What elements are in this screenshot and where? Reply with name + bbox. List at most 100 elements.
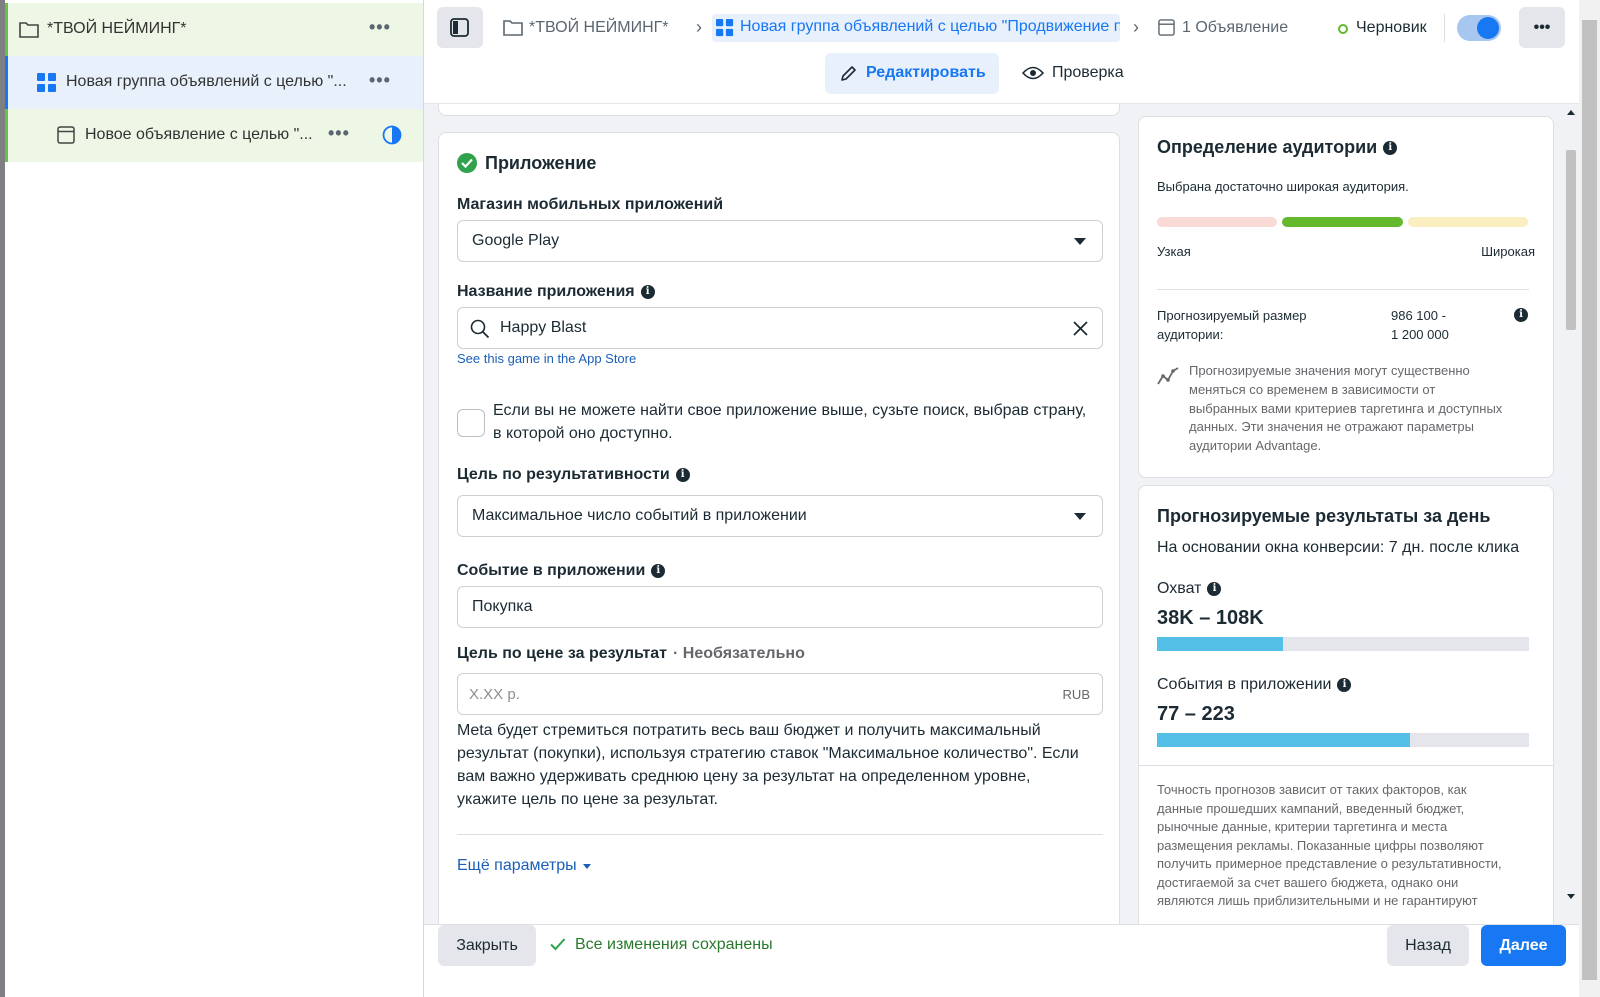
tree-item-label: *ТВОЙ НЕЙМИНГ* xyxy=(47,20,187,37)
sidebar-panel-icon xyxy=(450,18,469,37)
scroll-down-icon[interactable] xyxy=(1567,894,1575,899)
store-label-text: Магазин мобильных приложений xyxy=(457,196,724,213)
cost-help-line: результат (покупки), используя стратегию… xyxy=(457,745,1079,762)
caret-down-icon xyxy=(1074,513,1086,520)
ad-page-icon xyxy=(57,126,75,144)
goal-value: Максимальное число событий в приложении xyxy=(472,507,807,524)
audience-divider xyxy=(1157,289,1529,290)
close-button[interactable]: Закрыть xyxy=(438,925,536,966)
more-actions-button[interactable]: ••• xyxy=(1519,7,1565,48)
app-section-card: Приложение Магазин мобильных приложений … xyxy=(438,132,1120,924)
ad-page-icon xyxy=(1158,19,1175,36)
country-checkbox[interactable] xyxy=(457,409,485,437)
audience-note-line: аудитории Advantage. xyxy=(1189,438,1322,453)
results-subtitle: На основании окна конверсии: 7 дн. после… xyxy=(1157,539,1520,556)
store-label: Магазин мобильных приложений xyxy=(457,196,723,214)
info-icon[interactable]: i xyxy=(640,285,655,299)
toggle-sidebar-button[interactable] xyxy=(437,7,483,48)
active-toggle[interactable] xyxy=(1457,15,1501,41)
more-params-label: Ещё параметры xyxy=(457,857,577,874)
tab-review[interactable]: Проверка xyxy=(1014,53,1144,94)
half-circle-status-icon xyxy=(382,125,402,145)
scroll-up-icon[interactable] xyxy=(1567,110,1575,115)
cost-goal-label: Цель по цене за результат · Необязательн… xyxy=(457,645,805,663)
info-icon[interactable]: i xyxy=(1337,678,1352,692)
reach-label-text: Охват xyxy=(1157,580,1202,597)
tab-review-label: Проверка xyxy=(1052,64,1124,81)
events-label: События в приложении i xyxy=(1157,676,1352,694)
disclaimer-line: являются лишь приблизительными и не гара… xyxy=(1157,893,1478,908)
audience-note-line: меняться со временем в зависимости от xyxy=(1189,382,1436,397)
more-options-icon[interactable]: ••• xyxy=(369,70,391,91)
more-params-link[interactable]: Ещё параметры xyxy=(457,857,591,875)
info-icon[interactable]: i xyxy=(675,468,690,482)
next-button[interactable]: Далее xyxy=(1481,925,1566,966)
tree-item-label: Новая группа объявлений с целью "... xyxy=(66,73,347,90)
draft-status-dot xyxy=(1338,24,1348,34)
tree-item-campaign[interactable]: *ТВОЙ НЕЙМИНГ* ••• xyxy=(5,3,423,56)
chevron-right-icon: › xyxy=(696,17,702,37)
breadcrumb-ad[interactable]: 1 Объявление xyxy=(1182,16,1302,40)
currency-label: RUB xyxy=(1062,687,1090,702)
draft-status-label: Черновик xyxy=(1356,19,1427,36)
scroll-thumb[interactable] xyxy=(1566,150,1576,330)
info-icon[interactable]: i xyxy=(1207,582,1222,596)
trend-line-icon xyxy=(1157,367,1179,385)
events-bar xyxy=(1157,733,1529,747)
size-value: 986 100 - xyxy=(1391,308,1446,323)
more-options-icon[interactable]: ••• xyxy=(328,123,350,144)
store-select[interactable]: Google Play xyxy=(457,220,1103,262)
meter-wide-label: Широкая xyxy=(1481,244,1535,259)
breadcrumb-campaign[interactable]: *ТВОЙ НЕЙМИНГ* xyxy=(529,16,679,40)
grid-icon xyxy=(716,19,734,37)
country-checkbox-text-2: в которой оно доступно. xyxy=(493,425,673,442)
folder-icon xyxy=(19,22,39,38)
info-icon[interactable]: i xyxy=(651,564,666,578)
more-options-icon[interactable]: ••• xyxy=(369,17,391,38)
breadcrumb-adset[interactable]: Новая группа объявлений с целью "Продвиж… xyxy=(712,14,1120,42)
previous-section-card xyxy=(438,104,1120,116)
reach-value: 38K – 108K xyxy=(1157,607,1264,629)
size-value: 1 200 000 xyxy=(1391,327,1449,342)
events-value: 77 – 223 xyxy=(1157,703,1235,725)
more-options-icon: ••• xyxy=(1533,19,1551,36)
cost-help-line: вам важно удерживать среднюю цену за рез… xyxy=(457,768,1031,785)
app-store-link[interactable]: See this game in the App Store xyxy=(457,351,636,366)
tree-item-ad[interactable]: Новое объявление с целью "... ••• xyxy=(5,109,423,162)
optional-hint: · Необязательно xyxy=(673,645,805,662)
page-scrollbar[interactable] xyxy=(1579,0,1600,997)
cost-help-line: Meta будет стремиться потратить весь ваш… xyxy=(457,722,1041,739)
disclaimer-line: Точность прогнозов зависит от таких факт… xyxy=(1157,782,1467,797)
app-event-select[interactable]: Покупка xyxy=(457,586,1103,628)
header-divider xyxy=(1444,14,1445,42)
scroll-thumb[interactable] xyxy=(1582,20,1597,980)
toggle-knob xyxy=(1477,17,1499,39)
event-label: Событие в приложении i xyxy=(457,562,666,580)
info-icon[interactable]: i xyxy=(1383,140,1398,155)
close-icon[interactable] xyxy=(1073,321,1088,336)
performance-goal-select[interactable]: Максимальное число событий в приложении xyxy=(457,495,1103,537)
goal-label-text: Цель по результативности xyxy=(457,466,670,483)
audience-note-line: выбранных вами критериев таргетинга и до… xyxy=(1189,401,1503,416)
disclaimer-line: размещения рекламы. Показанные цифры поз… xyxy=(1157,838,1484,853)
audience-meter-narrow xyxy=(1157,217,1277,227)
editor-content: Приложение Магазин мобильных приложений … xyxy=(424,104,1579,924)
goal-label: Цель по результативности i xyxy=(457,466,690,484)
pencil-icon xyxy=(841,66,856,81)
tab-edit[interactable]: Редактировать xyxy=(825,53,999,94)
checkmark-icon xyxy=(550,938,566,951)
cost-label-text: Цель по цене за результат xyxy=(457,645,668,662)
caret-down-icon xyxy=(1074,238,1086,245)
back-button[interactable]: Назад xyxy=(1387,925,1469,966)
tab-edit-label: Редактировать xyxy=(866,64,986,81)
results-title: Прогнозируемые результаты за день xyxy=(1157,506,1491,526)
tree-item-adset[interactable]: Новая группа объявлений с целью "... ••• xyxy=(5,56,423,109)
reach-bar xyxy=(1157,637,1529,651)
content-scrollbar[interactable] xyxy=(1563,104,1579,924)
meter-narrow-label: Узкая xyxy=(1157,244,1191,259)
info-icon[interactable]: i xyxy=(1514,308,1528,322)
editor-footer: Закрыть Все изменения сохранены Назад Да… xyxy=(424,924,1579,997)
app-search-input[interactable]: Happy Blast xyxy=(457,307,1103,349)
estimated-results-card: Прогнозируемые результаты за день На осн… xyxy=(1138,485,1554,924)
cost-goal-input[interactable]: X.XX р. RUB xyxy=(457,673,1103,715)
